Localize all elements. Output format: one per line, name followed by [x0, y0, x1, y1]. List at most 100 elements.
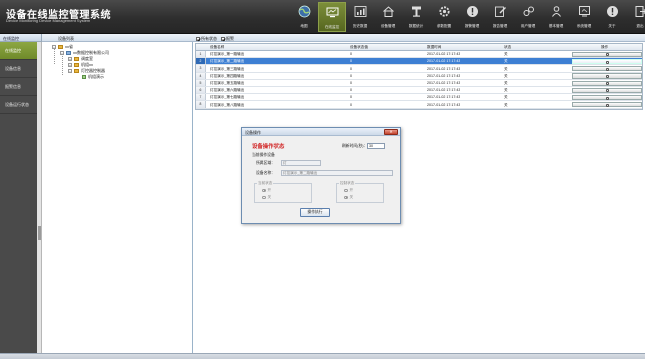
- status-cell: 关: [504, 102, 508, 107]
- rail-item-device-info[interactable]: 设备信息: [0, 60, 37, 78]
- radio-label: 开: [267, 188, 272, 192]
- operate-button[interactable]: [572, 102, 642, 108]
- table-row[interactable]: 2 灯控演示_第二路输出 0 2017-01-02 17:17:43 关: [196, 58, 642, 66]
- operate-button[interactable]: [572, 73, 642, 79]
- device-icon: [82, 75, 86, 79]
- radio-label: 关: [349, 195, 354, 199]
- tree-node[interactable]: 机组演示: [82, 74, 104, 80]
- nav-label: 历史数据: [352, 24, 368, 28]
- nav-label: 退出: [636, 24, 644, 28]
- region-label: 所属区域：: [256, 161, 275, 165]
- collapse-icon[interactable]: −: [68, 69, 72, 73]
- device-operation-dialog: 设备操作 ✕ 设备操作状态 刷新时间(秒)： 30 当前操作设备 所属区域： 灯…: [241, 127, 401, 224]
- nav-item-about[interactable]: 关于: [598, 2, 626, 32]
- operate-button[interactable]: [572, 58, 642, 65]
- nav-item-statistics[interactable]: 数据统计: [402, 2, 430, 32]
- nav-item-users[interactable]: 用户管理: [514, 2, 542, 32]
- nav-item-online-monitor[interactable]: 在线监控: [318, 2, 346, 32]
- table-row[interactable]: 5 灯控演示_第五路输出 0 2017-01-02 17:17:43 关: [196, 79, 642, 87]
- status-bar: [0, 353, 645, 359]
- radio-icon[interactable]: [344, 188, 348, 193]
- checkbox[interactable]: [196, 36, 200, 41]
- dialog-titlebar[interactable]: 设备操作 ✕: [242, 128, 400, 136]
- rail-item-run-state[interactable]: 设备运行状态: [0, 96, 37, 114]
- operate-button[interactable]: [572, 66, 642, 72]
- tree-header-label: 设备列表: [58, 35, 74, 41]
- rail-item-alarm-info[interactable]: 报警信息: [0, 78, 37, 96]
- column-header[interactable]: 数据时间: [427, 45, 441, 50]
- nav-label: 报告管理: [492, 24, 508, 28]
- expand-icon[interactable]: +: [68, 57, 72, 61]
- radio-icon[interactable]: [344, 195, 348, 200]
- expand-icon[interactable]: +: [68, 63, 72, 67]
- column-header[interactable]: 设备状态值: [350, 45, 368, 50]
- splitter-grip[interactable]: [38, 226, 41, 240]
- operate-button[interactable]: [572, 87, 642, 93]
- filter-alarm[interactable]: 报警: [221, 36, 234, 42]
- collapse-icon[interactable]: −: [60, 51, 64, 55]
- status-cell: 关: [504, 80, 508, 85]
- close-button[interactable]: ✕: [384, 129, 398, 135]
- rail-header-label: 在线监控: [3, 35, 19, 41]
- control-state-off[interactable]: 关: [344, 195, 353, 200]
- checkbox[interactable]: [221, 36, 225, 41]
- rail-item-online-monitor[interactable]: 在线监控: [0, 42, 37, 60]
- nav-item-history[interactable]: 历史数据: [346, 2, 374, 32]
- nav-item-params[interactable]: 参数配置: [430, 2, 458, 32]
- table-row[interactable]: 7 灯控演示_第七路输出 0 2017-01-02 17:17:43 关: [196, 94, 642, 102]
- nav-item-report[interactable]: 报告管理: [486, 2, 514, 32]
- row-number: 8: [196, 101, 206, 108]
- tree-header: 设备列表: [42, 34, 193, 42]
- rail-item-label: 设备信息: [5, 66, 21, 71]
- filter-all-status[interactable]: 所有状态: [196, 36, 217, 42]
- lock-icon: [606, 103, 609, 107]
- row-number: 3: [196, 65, 206, 72]
- nav-label: 参数配置: [436, 24, 452, 28]
- table-row[interactable]: 1 灯控演示_第一路输出 0 2017-01-02 17:17:43 关: [196, 51, 642, 59]
- nav-label: 在线监控: [324, 25, 340, 29]
- nav-item-alarm[interactable]: 报警管理: [458, 2, 486, 32]
- exit-icon: [635, 6, 645, 17]
- main-nav: 地图 在线监控 历史数据 设备管理 数据统计 参数配置 报警管理 报告管理 用户…: [290, 2, 645, 32]
- tree-guide-line: [62, 54, 63, 75]
- row-number: 7: [196, 94, 206, 101]
- radio-label: 开: [349, 188, 354, 192]
- rail-header: 在线监控: [0, 34, 42, 42]
- edit-icon: [494, 6, 506, 17]
- left-rail: 在线监控 设备信息 报警信息 设备运行状态: [0, 42, 37, 359]
- time-cell: 2017-01-02 17:17:43: [427, 73, 461, 78]
- app-subtitle: Device Monitoring Device Management Syst…: [6, 18, 91, 23]
- device-name-cell: 灯控演示_第八路输出: [210, 102, 245, 107]
- nav-item-map[interactable]: 地图: [290, 2, 318, 32]
- table-row[interactable]: 4 灯控演示_第四路输出 0 2017-01-02 17:17:43 关: [196, 72, 642, 80]
- collapse-icon[interactable]: −: [52, 45, 56, 49]
- operate-button[interactable]: [572, 80, 642, 86]
- status-cell: 关: [504, 66, 508, 71]
- column-header[interactable]: 设备名称: [210, 45, 224, 50]
- table-row[interactable]: 3 灯控演示_第三路输出 0 2017-01-02 17:17:43 关: [196, 65, 642, 73]
- execute-operation-button[interactable]: 操作执行: [300, 208, 330, 217]
- nav-item-system[interactable]: 系统管理: [570, 2, 598, 32]
- nav-item-exit[interactable]: 退出: [626, 2, 645, 32]
- column-header[interactable]: 操作: [601, 45, 608, 50]
- folder-icon: [74, 63, 79, 67]
- status-cell: 关: [504, 52, 508, 57]
- device-name-cell: 灯控演示_第六路输出: [210, 88, 245, 93]
- filter-icon: [411, 6, 421, 17]
- table-row[interactable]: 8 灯控演示_第八路输出 0 2017-01-02 17:17:43 关: [196, 101, 642, 109]
- time-cell: 2017-01-02 17:17:43: [427, 102, 461, 107]
- control-state-on[interactable]: 开: [344, 188, 353, 193]
- folder-icon: [74, 69, 79, 73]
- operate-button[interactable]: [572, 51, 642, 57]
- nav-item-device-mgmt[interactable]: 设备管理: [374, 2, 402, 32]
- dialog-title: 设备操作: [245, 129, 261, 135]
- value-cell: 0: [350, 88, 352, 93]
- table-row[interactable]: 6 灯控演示_第六路输出 0 2017-01-02 17:17:43 关: [196, 86, 642, 95]
- operate-button[interactable]: [572, 94, 642, 101]
- refresh-seconds-input[interactable]: 30: [367, 142, 385, 149]
- radio-label: 关: [267, 195, 272, 199]
- nav-item-basic[interactable]: 基本管理: [542, 2, 570, 32]
- users-icon: [523, 6, 534, 16]
- column-header[interactable]: 状态: [504, 45, 511, 50]
- info-icon: [606, 6, 618, 17]
